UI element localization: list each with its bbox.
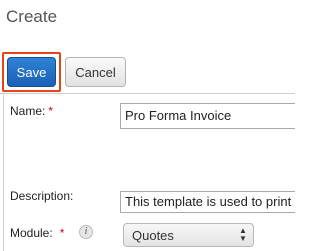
module-field-label: Module: * [10, 226, 64, 240]
name-required-marker: * [48, 104, 54, 118]
module-required-marker: * [59, 226, 65, 240]
info-icon[interactable]: i [79, 225, 93, 239]
description-label: Description: [10, 189, 74, 203]
name-input[interactable]: Pro Forma Invoice [120, 103, 295, 129]
select-arrows-icon: ▲ ▼ [239, 226, 247, 243]
description-textarea[interactable]: This template is used to print [120, 191, 295, 213]
save-button[interactable]: Save [7, 57, 56, 87]
module-label-text: Module: [10, 226, 53, 240]
cancel-button[interactable]: Cancel [65, 57, 126, 87]
page-title: Create [6, 7, 58, 26]
module-select[interactable]: Quotes ▲ ▼ [123, 223, 254, 247]
name-label-text: Name: [10, 104, 46, 118]
module-selected-value: Quotes [132, 228, 174, 243]
name-field-label: Name: * [10, 104, 53, 118]
create-page: Create Save Cancel Name: * Pro Forma Invo… [0, 0, 295, 251]
